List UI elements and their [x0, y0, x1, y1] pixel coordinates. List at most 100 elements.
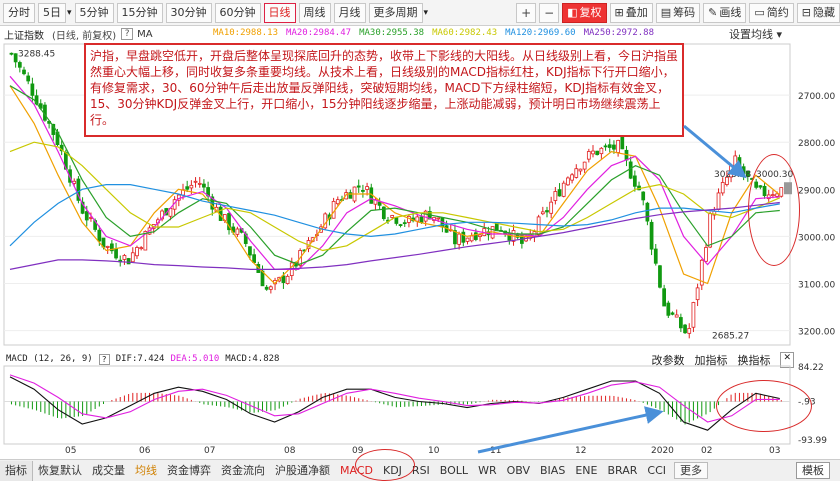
candle-body — [737, 157, 742, 167]
help-icon[interactable]: ? — [121, 28, 134, 40]
simple-icon: ▭ — [754, 5, 765, 19]
candle-body — [394, 217, 399, 224]
tab-6[interactable]: 沪股通净额 — [270, 461, 335, 481]
x-tick-label: 11 — [490, 446, 502, 456]
candle-body — [599, 147, 604, 155]
chart-mode-label: (日线, 前复权) — [52, 30, 117, 42]
tab-11[interactable]: WR — [473, 461, 502, 481]
y-tick-label: 2700.00 — [798, 92, 835, 102]
period-button-2[interactable]: 5分钟 — [74, 2, 114, 23]
zoom-in-icon[interactable]: + — [516, 2, 537, 23]
ma-value-4: MA120:2969.60 — [505, 28, 576, 38]
toolbar-button-adjust[interactable]: ◧ 复权 — [562, 2, 607, 23]
candle-body — [469, 235, 474, 242]
overlay-icon: ⊞ — [614, 5, 624, 19]
candle-body — [377, 201, 382, 206]
tab-1[interactable]: 恢复默认 — [33, 461, 87, 481]
candle-body — [22, 69, 26, 75]
candle-body — [193, 180, 198, 183]
highlight-ellipse-price — [748, 154, 800, 266]
candle-body — [419, 216, 424, 223]
candle-body — [574, 168, 579, 178]
period-button-4[interactable]: 30分钟 — [165, 2, 212, 23]
candle-body — [130, 252, 135, 263]
candle-body — [553, 191, 558, 201]
x-tick-label: 03 — [769, 446, 781, 456]
ma-settings-dropdown[interactable]: 设置均线 ▾ — [729, 26, 782, 42]
candle-body — [9, 52, 14, 55]
candle-body — [13, 53, 18, 63]
period-button-0[interactable]: 分时 — [3, 2, 35, 23]
tab-16[interactable]: CCI — [642, 461, 671, 481]
tab-4[interactable]: 资金博弈 — [162, 461, 216, 481]
candle-body — [653, 248, 658, 264]
x-axis: 05 06 07 08 09 10 11 12 2020 02 03 — [0, 446, 840, 458]
toolbar-button-chips[interactable]: ▤ 筹码 — [655, 2, 701, 23]
ma-label: MA — [137, 28, 153, 40]
recent-price-label: 3023.28 — [714, 170, 751, 180]
tab-2[interactable]: 成交量 — [87, 461, 130, 481]
highlight-ellipse-macd-tab — [355, 449, 415, 481]
period-button-6[interactable]: 日线 — [263, 2, 296, 23]
hide-icon: ⊟ — [801, 5, 811, 19]
period-button-5[interactable]: 60分钟 — [214, 2, 261, 23]
y-tick-label: 3100.00 — [798, 280, 835, 290]
analysis-annotation: 沪指，早盘跳空低开，开盘后整体呈现探底回升的态势，收带上下影线的大阳线。从日线级… — [84, 43, 684, 137]
toolbar-button-label: 叠加 — [625, 5, 648, 19]
candle-body — [390, 215, 395, 218]
macd-chart[interactable]: 84.22-.93-93.99 — [0, 352, 840, 447]
candle-body — [720, 182, 725, 194]
toolbar-button-hide[interactable]: ⊟ 隐藏 — [796, 2, 840, 23]
candle-body — [578, 168, 583, 172]
candle-body — [252, 254, 256, 263]
candle-body — [114, 248, 118, 259]
candle-body — [607, 144, 612, 148]
tab-17[interactable]: 更多 — [674, 462, 708, 479]
candle-body — [708, 213, 713, 248]
toolbar-button-draw[interactable]: ✎ 画线 — [703, 2, 747, 23]
toolbar-button-simple[interactable]: ▭ 简约 — [749, 2, 794, 23]
period-button-9[interactable]: 更多周期 — [368, 2, 423, 23]
tab-18[interactable]: 模板 — [796, 462, 830, 479]
tab-3[interactable]: 均线 — [130, 461, 162, 481]
toolbar-button-overlay[interactable]: ⊞ 叠加 — [609, 2, 653, 23]
chevron-down-icon: ▾ — [776, 28, 782, 41]
candle-body — [691, 302, 696, 328]
zoom-out-icon[interactable]: − — [539, 2, 560, 23]
candle-body — [335, 199, 340, 205]
period-button-1[interactable]: 5日 — [38, 2, 66, 23]
candle-body — [704, 247, 708, 262]
candle-body — [461, 231, 466, 243]
tab-10[interactable]: BOLL — [435, 461, 473, 481]
candle-body — [473, 232, 478, 240]
ma-values-row: MA10:2988.13 MA20:2984.47 MA30:2955.38 MA60… — [213, 28, 662, 38]
draw-icon: ✎ — [708, 5, 718, 19]
candle-body — [670, 312, 675, 315]
high-price-label: 3288.45 — [18, 50, 55, 60]
tab-15[interactable]: BRAR — [602, 461, 642, 481]
macd-y-label: -93.99 — [798, 436, 827, 446]
period-button-8[interactable]: 月线 — [333, 2, 366, 23]
tab-13[interactable]: BIAS — [535, 461, 570, 481]
y-tick-label: 2800.00 — [798, 139, 835, 149]
candle-body — [645, 202, 650, 222]
candle-body — [695, 287, 700, 301]
candle-body — [561, 182, 566, 197]
candle-body — [628, 161, 633, 179]
macd-y-label: 84.22 — [798, 363, 824, 373]
adjust-icon: ◧ — [567, 5, 578, 19]
tab-0[interactable]: 指标 — [0, 460, 33, 481]
candle-body — [612, 144, 616, 150]
period-button-3[interactable]: 15分钟 — [116, 2, 163, 23]
candle-body — [595, 150, 600, 156]
tab-14[interactable]: ENE — [570, 461, 602, 481]
period-button-7[interactable]: 周线 — [298, 2, 331, 23]
candle-body — [586, 151, 591, 160]
candle-body — [17, 62, 22, 68]
ma-value-5: MA250:2972.88 — [583, 28, 655, 38]
x-tick-label: 07 — [204, 446, 216, 456]
candle-body — [540, 211, 545, 215]
candle-body — [549, 201, 554, 214]
tab-12[interactable]: OBV — [502, 461, 535, 481]
tab-5[interactable]: 资金流向 — [216, 461, 270, 481]
